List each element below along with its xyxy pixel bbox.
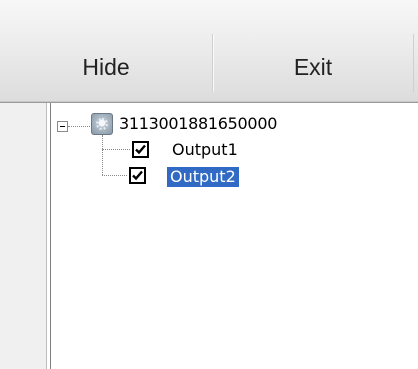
tree-line (102, 175, 127, 176)
exit-button-label: Exit (293, 54, 333, 80)
device-icon (91, 113, 113, 135)
output2-label[interactable]: Output2 (167, 167, 239, 187)
output1-label[interactable]: Output1 (170, 140, 240, 160)
hide-button-label: Hide (82, 54, 130, 80)
exit-button[interactable]: Exit (213, 0, 413, 101)
toolbar: Hide Exit (0, 0, 418, 103)
tree-root-label[interactable]: 3113001881650000 (119, 114, 277, 134)
output1-checkbox[interactable] (132, 141, 149, 158)
window: Hide Exit 3113001881650000 Output1 Outpu… (0, 0, 418, 369)
hide-button[interactable]: Hide (0, 0, 212, 101)
checkmark-icon (135, 144, 146, 155)
checkmark-icon (132, 170, 143, 181)
output2-checkbox[interactable] (129, 167, 146, 184)
tree-line (102, 149, 130, 150)
left-panel (0, 103, 47, 369)
tree-line (102, 135, 103, 175)
tree-line (68, 126, 90, 127)
collapse-toggle[interactable] (57, 121, 68, 132)
device-tree[interactable]: 3113001881650000 Output1 Output2 (50, 103, 418, 369)
toolbar-separator-right (413, 34, 414, 92)
